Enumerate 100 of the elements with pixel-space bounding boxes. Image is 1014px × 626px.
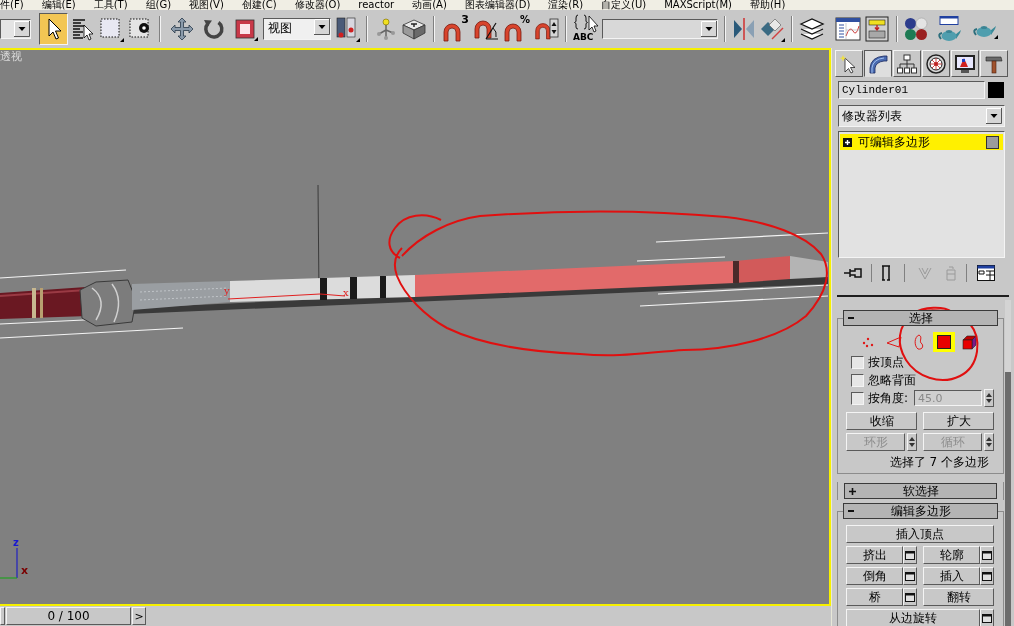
settings-button[interactable]: [980, 567, 995, 585]
color-swatch-icon[interactable]: [988, 82, 1004, 98]
caret-icon: [14, 21, 30, 37]
rollout-header[interactable]: 编辑多边形: [843, 503, 999, 519]
settings-button[interactable]: [903, 567, 917, 585]
menu-item[interactable]: 件(F): [0, 0, 24, 10]
bracket-icon[interactable]: [881, 265, 891, 281]
menu-item[interactable]: 帮助(H): [749, 0, 786, 10]
axis-label: x: [21, 564, 29, 577]
caret-icon: [314, 19, 330, 35]
next-frame-button[interactable]: >: [132, 607, 146, 625]
subobject-button[interactable]: [933, 332, 955, 352]
menu-item[interactable]: 渲染(R): [548, 0, 584, 10]
panel-button[interactable]: 倒角: [846, 567, 903, 585]
settings-button[interactable]: [903, 546, 917, 564]
menu-item[interactable]: 组(G): [145, 0, 172, 10]
pin-icon[interactable]: [844, 267, 862, 279]
menu-item[interactable]: 图表编辑器(D): [464, 0, 531, 10]
caret-icon: [701, 21, 717, 37]
selection-status: 选择了 7 个多边形: [889, 455, 990, 469]
checkbox[interactable]: [851, 373, 864, 387]
wheel-icon: [926, 53, 946, 74]
mirror-icon[interactable]: [732, 17, 756, 41]
checkbox[interactable]: [851, 391, 864, 405]
rotate-icon: [201, 17, 226, 41]
scroll-thumb[interactable]: [1005, 372, 1011, 626]
magnet-spinner-icon[interactable]: [533, 17, 559, 41]
minus-icon: [848, 510, 854, 512]
snap-number: 3: [461, 14, 469, 25]
loop-border-icon: [913, 334, 925, 350]
window-icon: [982, 550, 993, 560]
menu-item[interactable]: 编辑(E): [41, 0, 76, 10]
rollout-header[interactable]: 软选择: [844, 483, 998, 499]
time-slider-thumb[interactable]: 0 / 100: [6, 607, 131, 625]
axis-label: x: [343, 287, 349, 298]
graph-window-icon[interactable]: [835, 17, 861, 41]
checkbox[interactable]: [851, 355, 864, 369]
menu-item[interactable]: MAXScript(M): [664, 0, 732, 10]
panel-button[interactable]: 桥: [846, 588, 903, 606]
layers-icon[interactable]: [799, 17, 825, 41]
stack-item[interactable]: 可编辑多边形: [840, 134, 1003, 150]
panel-button[interactable]: 挤出: [846, 546, 903, 564]
spheres-icon[interactable]: [904, 17, 928, 41]
panel-button[interactable]: 轮廓: [923, 546, 981, 564]
window-icon: [905, 550, 915, 560]
plus-box-icon[interactable]: [843, 137, 852, 147]
menu-item[interactable]: 创建(C): [241, 0, 277, 10]
rollout-header[interactable]: 选择: [843, 310, 999, 326]
modifier-list-dropdown[interactable]: 修改器列表: [838, 105, 1005, 127]
settings-button[interactable]: [980, 609, 995, 626]
scrollbar[interactable]: [1005, 300, 1011, 626]
selection-set-dropdown[interactable]: [602, 19, 718, 39]
magnet-icon[interactable]: [441, 20, 463, 42]
teapot-window-icon[interactable]: [937, 16, 963, 42]
hammer-icon: [984, 53, 1004, 74]
spinner[interactable]: [907, 433, 917, 451]
settings-button[interactable]: [980, 546, 995, 564]
icon-caption: ABC: [573, 33, 594, 42]
axis-label: y: [224, 285, 230, 296]
dotted-rectangle-icon[interactable]: [98, 16, 124, 42]
window-grid-icon[interactable]: [977, 265, 995, 281]
panel-button[interactable]: 插入顶点: [846, 525, 995, 543]
up-down-arrows-icon: [986, 392, 993, 404]
spinner[interactable]: [984, 389, 995, 407]
dropdown-field[interactable]: [0, 19, 31, 39]
menu-item[interactable]: 工具(T): [93, 0, 128, 10]
command-tab[interactable]: [864, 50, 892, 77]
select-tool-button[interactable]: [39, 13, 68, 45]
menu-item[interactable]: 自定义(U): [601, 0, 647, 10]
square-icon: [233, 17, 258, 41]
panel-button[interactable]: 从边旋转: [846, 609, 981, 626]
axis-label: z: [13, 537, 19, 548]
panel-button[interactable]: 扩大: [923, 412, 995, 430]
list-pointer-icon[interactable]: [71, 17, 95, 41]
magnet-angle-icon[interactable]: [472, 17, 499, 41]
menu-item[interactable]: 修改器(O): [294, 0, 341, 10]
settings-button[interactable]: [903, 588, 917, 606]
diamonds-icon[interactable]: [759, 16, 785, 42]
previous-frame-button[interactable]: [0, 607, 5, 625]
panel-button[interactable]: 翻转: [923, 588, 995, 606]
axis-tripod: [0, 547, 18, 579]
menu-item[interactable]: 视图(V): [189, 0, 224, 10]
two-bars-icon[interactable]: [334, 16, 360, 42]
node-icon[interactable]: [374, 17, 398, 41]
monitor-icon: [954, 53, 976, 74]
panel-button[interactable]: 收缩: [846, 412, 917, 430]
spinner[interactable]: [984, 433, 995, 451]
checkbox-label: 按角度:: [868, 392, 909, 404]
cube-icon: [961, 334, 977, 350]
braces-pointer-icon[interactable]: [573, 14, 599, 33]
panel-button[interactable]: 插入: [923, 567, 981, 585]
window-icon: [982, 571, 993, 581]
menu-item[interactable]: 动画(A): [412, 0, 447, 10]
square-icon[interactable]: [986, 135, 999, 149]
reference-dropdown[interactable]: 视图: [263, 18, 331, 40]
up-down-arrows-icon: [909, 436, 915, 448]
plus-icon: [848, 487, 856, 495]
object-name-field[interactable]: Cylinder01: [838, 81, 985, 99]
box-icon[interactable]: [401, 17, 427, 41]
menu-item[interactable]: reactor: [358, 0, 395, 10]
